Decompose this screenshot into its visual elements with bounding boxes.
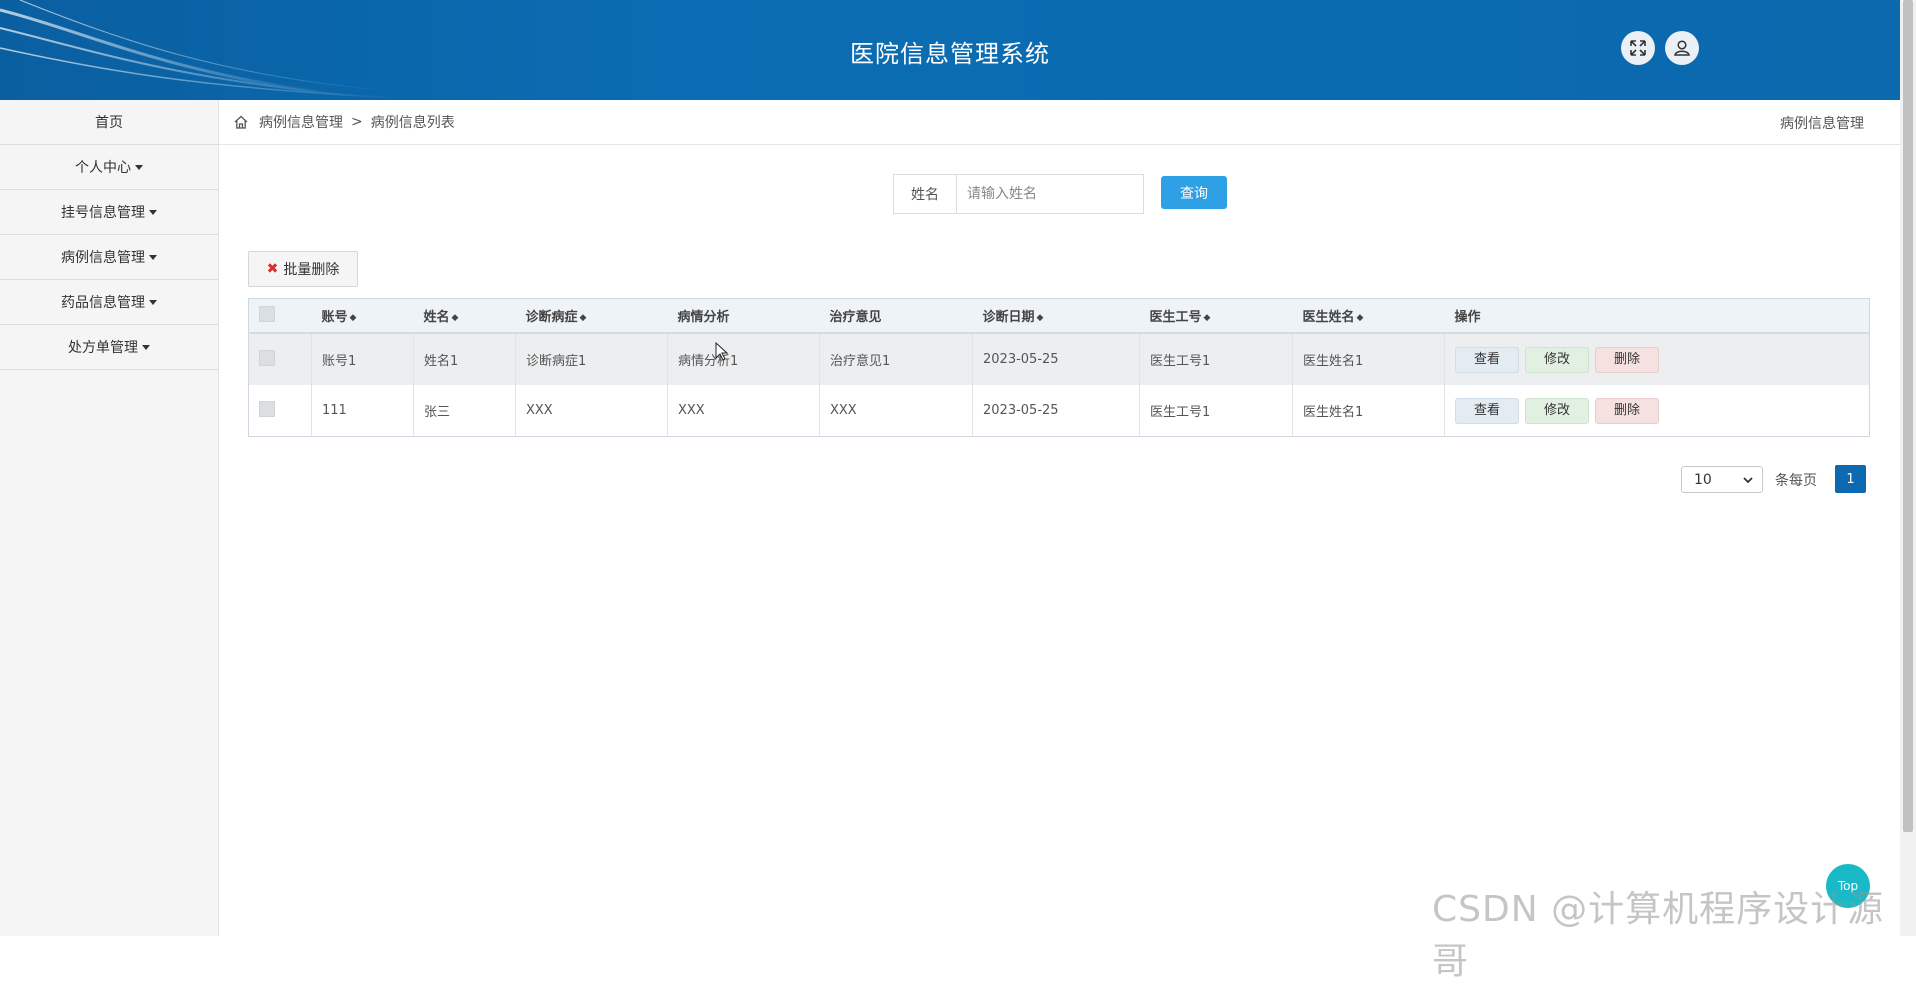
sort-icon: ◆ [1203, 313, 1211, 323]
sidebar-item-registration[interactable]: 挂号信息管理 [0, 190, 218, 235]
sidebar-item-case-records[interactable]: 病例信息管理 [0, 235, 218, 280]
home-icon[interactable] [233, 114, 249, 130]
cell-date: 2023-05-25 [972, 333, 1140, 385]
sidebar-item-label: 个人中心 [75, 160, 131, 176]
search-label: 姓名 [894, 175, 957, 213]
breadcrumb-level2: 病例信息列表 [370, 115, 455, 131]
per-page-label: 条每页 [1775, 473, 1817, 489]
column-header-account[interactable]: 账号 ◆ [311, 298, 414, 334]
batch-delete-label: 批量删除 [283, 262, 340, 278]
column-header-name[interactable]: 姓名 ◆ [413, 298, 516, 334]
sidebar-item-personal-center[interactable]: 个人中心 [0, 145, 218, 190]
app-header: 医院信息管理系统 [0, 0, 1900, 100]
sidebar-item-label: 病例信息管理 [61, 250, 145, 266]
sidebar-item-label: 药品信息管理 [61, 295, 145, 311]
search-button[interactable]: 查询 [1161, 176, 1227, 209]
mouse-cursor-icon [715, 342, 729, 361]
cell-treatment: XXX [819, 385, 973, 437]
cell-date: 2023-05-25 [972, 385, 1140, 437]
column-header-date[interactable]: 诊断日期 ◆ [972, 298, 1140, 334]
row-checkbox[interactable] [259, 400, 275, 417]
cell-diagnosis: 诊断病症1 [515, 333, 668, 385]
user-icon [1674, 40, 1690, 56]
name-search-input[interactable] [957, 175, 1143, 213]
sidebar-item-medicine[interactable]: 药品信息管理 [0, 280, 218, 325]
cell-treatment: 治疗意见1 [819, 333, 973, 385]
cell-actions: 查看 修改 删除 [1445, 385, 1870, 437]
row-checkbox[interactable] [259, 349, 275, 366]
sort-icon: ◆ [1356, 313, 1364, 323]
edit-button[interactable]: 修改 [1525, 397, 1589, 424]
column-header-treatment: 治疗意见 [819, 298, 973, 334]
cell-name: 张三 [413, 385, 516, 437]
cell-doctor-name: 医生姓名1 [1292, 333, 1445, 385]
search-group: 姓名 [893, 174, 1144, 214]
column-header-doctor-name[interactable]: 医生姓名 ◆ [1292, 298, 1445, 334]
column-header-actions: 操作 [1444, 298, 1870, 334]
cell-doctor-id: 医生工号1 [1139, 333, 1293, 385]
batch-delete-button[interactable]: ✖ 批量删除 [248, 251, 358, 287]
breadcrumb: 病例信息管理 > 病例信息列表 病例信息管理 [219, 100, 1900, 145]
sidebar-item-prescription[interactable]: 处方单管理 [0, 325, 218, 370]
table-row: 111 张三 XXX XXX XXX 2023-05-25 医生工号1 医生姓名… [248, 385, 1870, 437]
cell-diagnosis: XXX [515, 385, 668, 437]
table-header-row: 账号 ◆ 姓名 ◆ 诊断病症 ◆ 病情分析 治疗意见 诊断日期 ◆ 医生工号 ◆ 医生姓名… [248, 298, 1870, 334]
sort-icon: ◆ [349, 313, 357, 323]
delete-button[interactable]: 删除 [1595, 346, 1659, 373]
vertical-scrollbar[interactable] [1900, 0, 1916, 936]
caret-down-icon [142, 344, 150, 350]
page-size-select[interactable]: 10 [1681, 466, 1763, 493]
table-row: 账号1 姓名1 诊断病症1 病情分析1 治疗意见1 2023-05-25 医生工… [248, 333, 1870, 385]
sidebar-item-home[interactable]: 首页 [0, 100, 218, 145]
app-title: 医院信息管理系统 [850, 40, 1050, 68]
sort-icon: ◆ [1036, 313, 1044, 323]
page-section-title: 病例信息管理 [1780, 116, 1864, 132]
cell-account: 账号1 [311, 333, 414, 385]
sidebar-item-label: 挂号信息管理 [61, 205, 145, 221]
breadcrumb-level1[interactable]: 病例信息管理 [259, 112, 343, 132]
cell-account: 111 [311, 385, 414, 437]
sort-icon: ◆ [451, 313, 459, 323]
select-all-header [248, 298, 312, 334]
view-button[interactable]: 查看 [1455, 397, 1519, 424]
caret-down-icon [149, 299, 157, 305]
cell-actions: 查看 修改 删除 [1444, 333, 1870, 385]
cell-analysis: 病情分析1 [667, 333, 820, 385]
column-header-doctor-id[interactable]: 医生工号 ◆ [1139, 298, 1293, 334]
scrollbar-thumb[interactable] [1903, 0, 1913, 832]
watermark: CSDN @计算机程序设计源哥 [1432, 889, 1885, 982]
breadcrumb-separator: > [351, 114, 363, 130]
column-header-diagnosis[interactable]: 诊断病症 ◆ [515, 298, 668, 334]
edit-button[interactable]: 修改 [1525, 346, 1589, 373]
sort-icon: ◆ [579, 313, 587, 323]
select-all-checkbox[interactable] [259, 305, 275, 322]
page-number-current[interactable]: 1 [1835, 465, 1866, 493]
view-button[interactable]: 查看 [1455, 346, 1519, 373]
fullscreen-icon [1630, 40, 1646, 56]
chevron-down-icon [1743, 477, 1753, 484]
delete-button[interactable]: 删除 [1595, 397, 1659, 424]
fullscreen-button[interactable] [1621, 31, 1655, 65]
cell-doctor-id: 医生工号1 [1139, 385, 1293, 437]
caret-down-icon [135, 164, 143, 170]
case-records-table: 账号 ◆ 姓名 ◆ 诊断病症 ◆ 病情分析 治疗意见 诊断日期 ◆ 医生工号 ◆ 医生姓名… [248, 298, 1870, 437]
user-button[interactable] [1665, 31, 1699, 65]
sidebar: 首页 个人中心 挂号信息管理 病例信息管理 药品信息管理 处方单管理 [0, 100, 219, 936]
caret-down-icon [149, 254, 157, 260]
cell-name: 姓名1 [413, 333, 516, 385]
sidebar-item-label: 首页 [95, 115, 123, 131]
cell-analysis: XXX [667, 385, 820, 437]
page-size-value: 10 [1694, 471, 1712, 488]
caret-down-icon [149, 209, 157, 215]
cell-doctor-name: 医生姓名1 [1292, 385, 1445, 437]
close-icon: ✖ [266, 261, 279, 277]
sidebar-item-label: 处方单管理 [68, 340, 138, 356]
column-header-analysis: 病情分析 [667, 298, 820, 334]
